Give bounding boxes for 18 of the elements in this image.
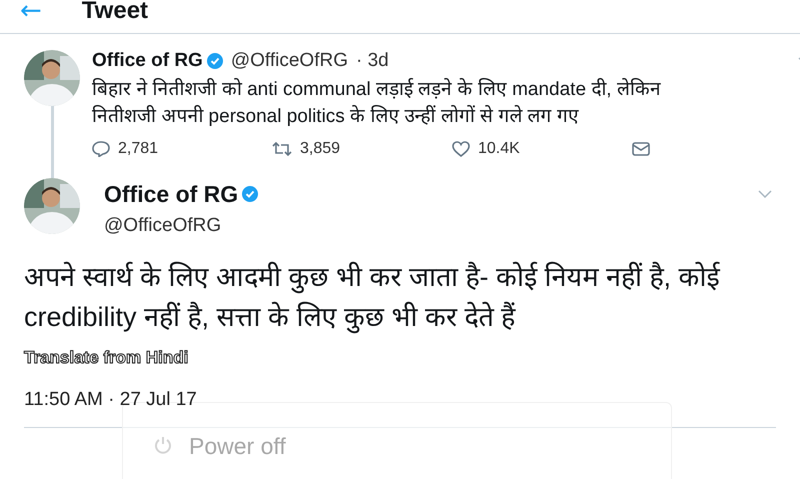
page-title: Tweet — [82, 0, 148, 22]
author-handle[interactable]: @OfficeOfRG — [104, 212, 772, 240]
author-name[interactable]: Office of RG — [104, 176, 238, 212]
timestamp: 11:50 AM · 27 Jul 17 — [24, 388, 197, 412]
action-count: 10.4K — [478, 139, 520, 159]
action-count: 3,859 — [300, 139, 340, 159]
author-name[interactable]: Office of RG — [92, 46, 203, 76]
action-count: 2,781 — [118, 139, 158, 159]
tweet-text: बिहार ने नितीशजी को anti communal लड़ाई लड़ने के लिए mandate दी, लेकिन नितीशजी अपनी personal politics के लिए उन्हीं लोगों से गले लग गए — [92, 77, 662, 129]
tweet-age: · 3d — [356, 48, 389, 73]
retweet-icon[interactable] — [272, 142, 292, 156]
tweet-text: अपने स्वार्थ के लिए आदमी कुछ भी कर जाता है- कोई नियम नहीं है, कोई credibility नहीं है, सत्ता के लिए कुछ भी कर देते हैं — [24, 260, 722, 336]
heart-icon[interactable] — [452, 141, 470, 157]
translate-link[interactable]: Translate from Hindi — [24, 344, 188, 370]
envelope-icon[interactable] — [632, 142, 650, 156]
thread-line — [50, 106, 54, 178]
speech-bubble-icon[interactable] — [92, 141, 110, 157]
author-handle[interactable]: @OfficeOfRG — [230, 46, 348, 76]
